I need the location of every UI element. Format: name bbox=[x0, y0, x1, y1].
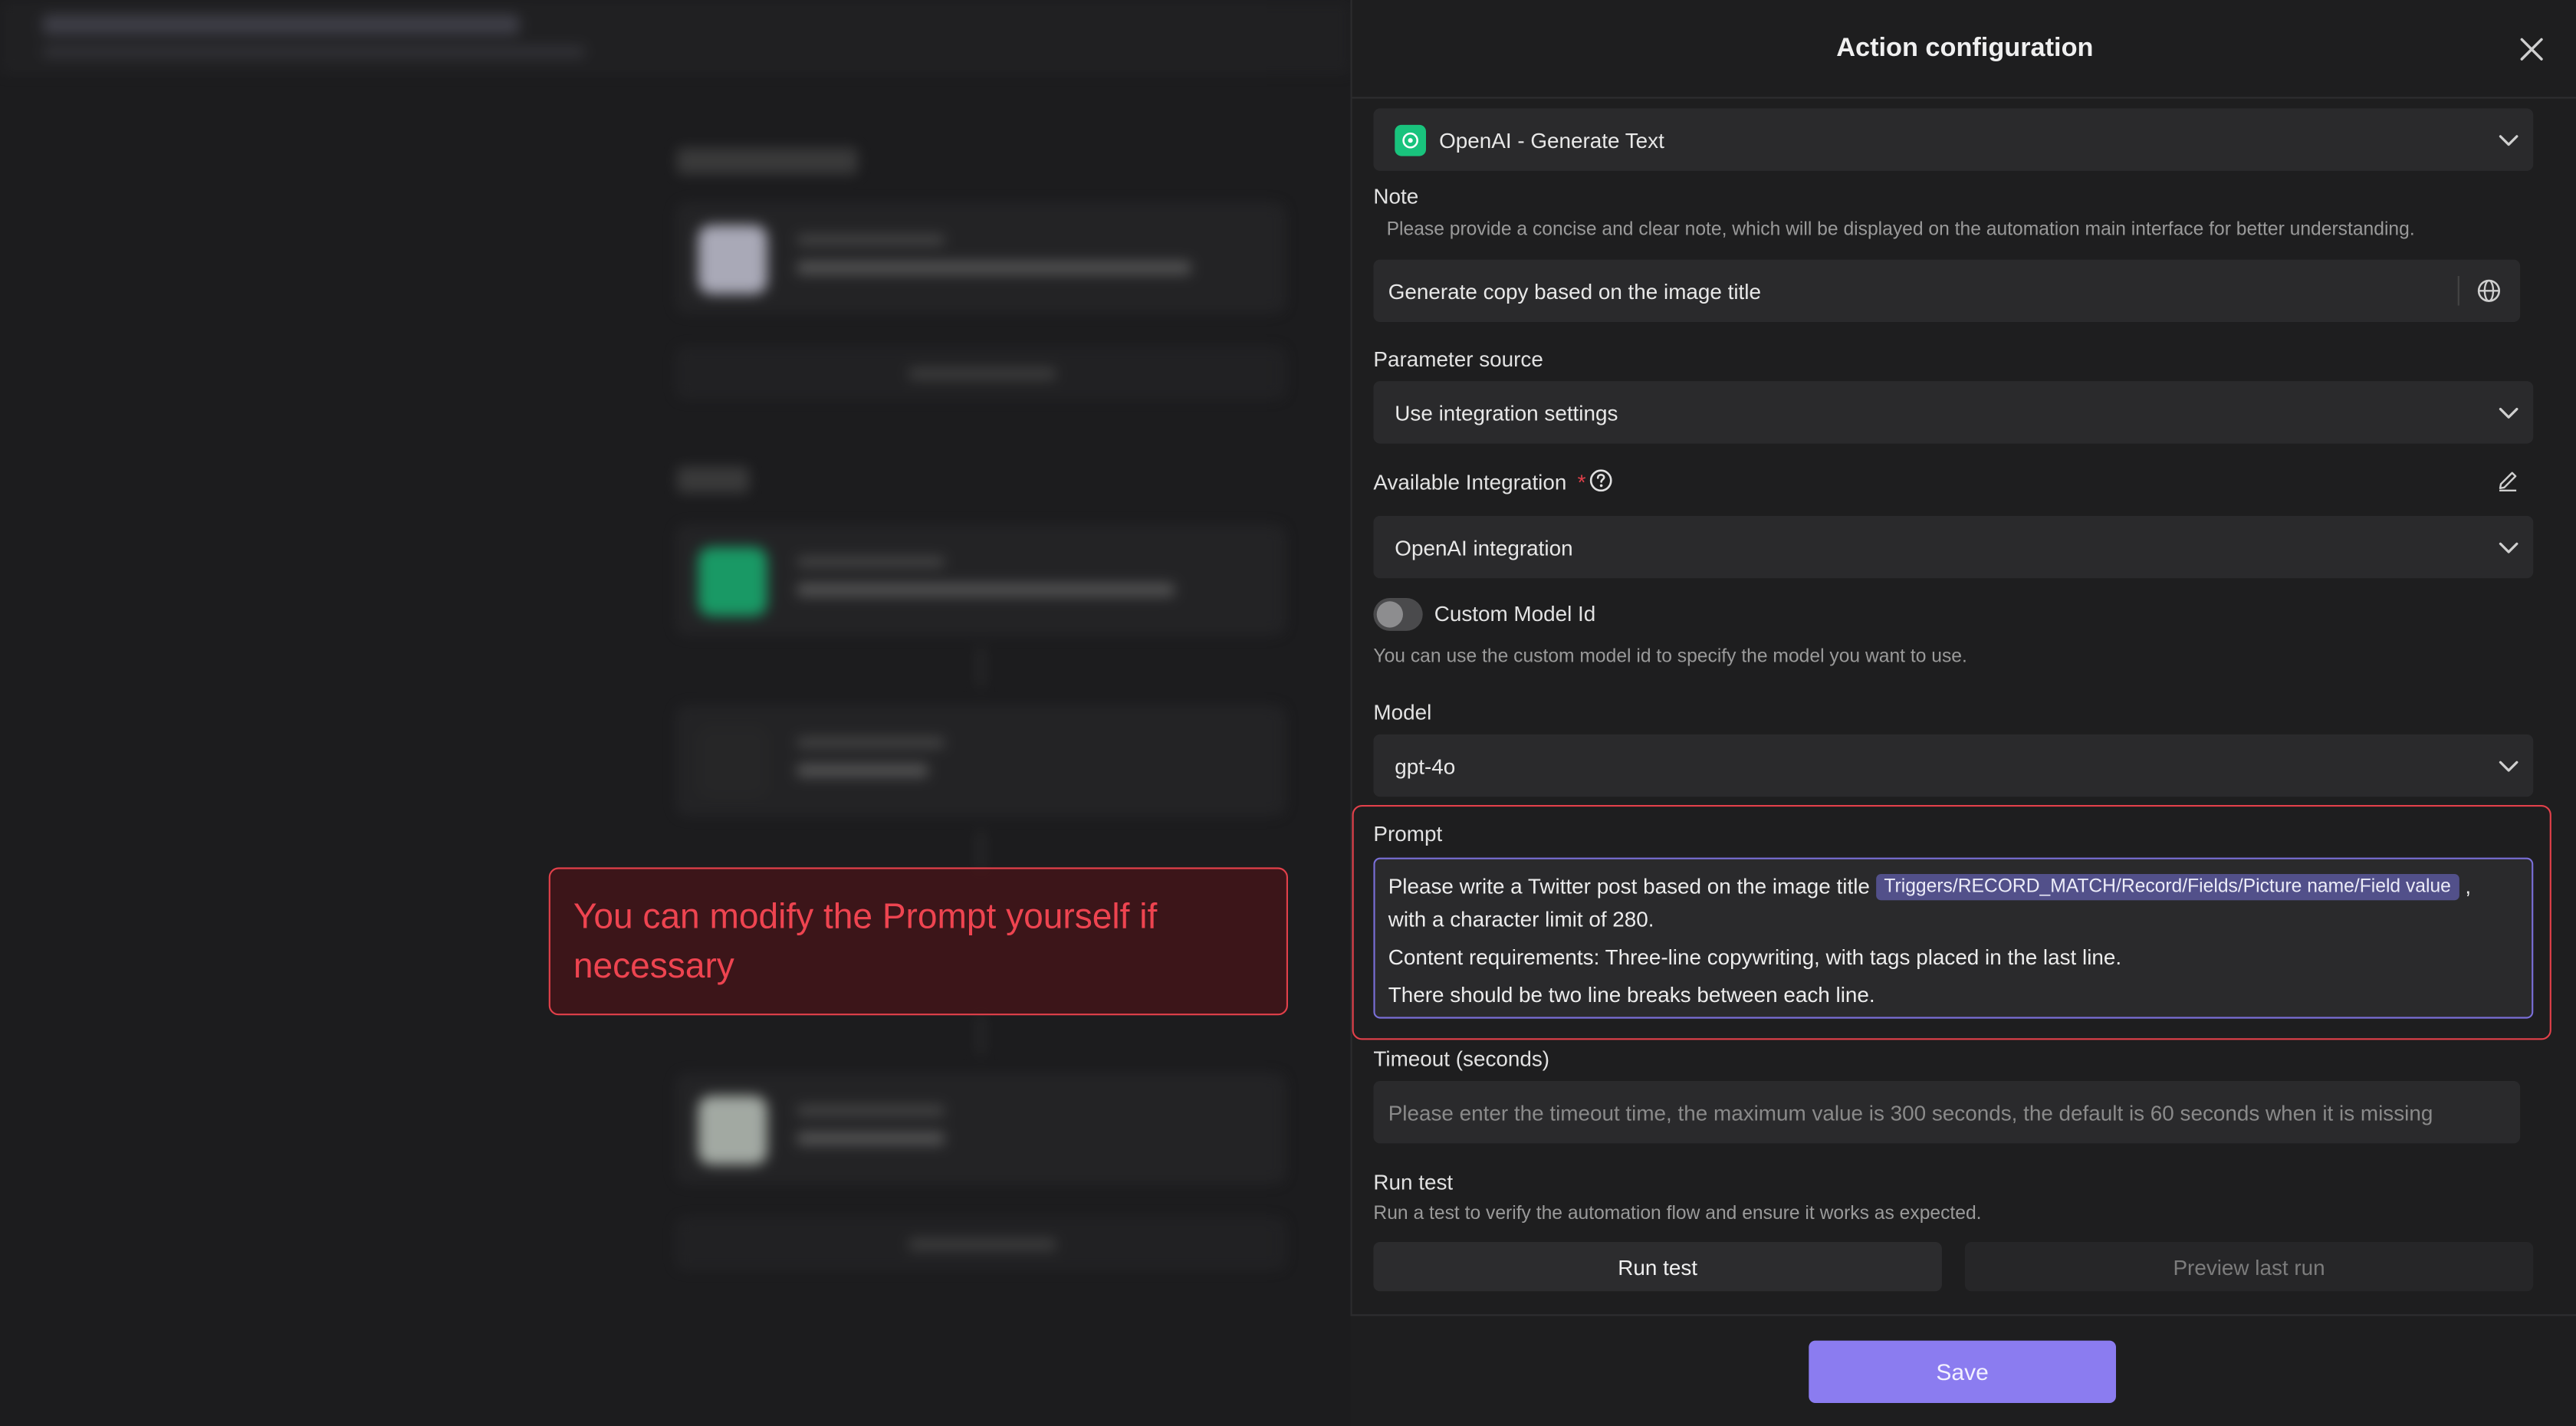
blurred-add-action-button bbox=[676, 1219, 1285, 1269]
help-icon[interactable] bbox=[1589, 468, 1613, 493]
note-divider bbox=[2457, 276, 2459, 306]
prompt-line-1: Please write a Twitter post based on the… bbox=[1388, 871, 2518, 904]
custom-model-label: Custom Model Id bbox=[1434, 601, 1596, 626]
prompt-line-2: with a character limit of 280. bbox=[1388, 906, 1654, 932]
blurred-section-title bbox=[676, 147, 858, 175]
run-test-button[interactable]: Run test bbox=[1373, 1242, 1942, 1292]
parameter-source-label: Parameter source bbox=[1373, 347, 1543, 372]
chevron-down-icon bbox=[2497, 128, 2520, 151]
custom-model-toggle[interactable] bbox=[1373, 598, 1423, 631]
workflow-canvas-background: You can modify the Prompt yourself if ne… bbox=[0, 0, 1351, 1426]
action-type-value: OpenAI - Generate Text bbox=[1439, 127, 1664, 153]
blurred-action-card bbox=[676, 525, 1285, 635]
available-integration-select[interactable]: OpenAI integration bbox=[1373, 515, 2534, 579]
action-type-select[interactable]: OpenAI - Generate Text bbox=[1373, 108, 2534, 171]
required-mark: * bbox=[1577, 469, 1586, 495]
custom-model-hint: You can use the custom model id to speci… bbox=[1373, 647, 1967, 667]
blurred-section-title bbox=[676, 466, 750, 493]
note-label: Note bbox=[1373, 184, 1419, 209]
save-button[interactable]: Save bbox=[1809, 1340, 2116, 1403]
model-select[interactable]: gpt-4o bbox=[1373, 734, 2534, 797]
prompt-line-4: There should be two line breaks between … bbox=[1388, 982, 1875, 1007]
blurred-connector bbox=[979, 1015, 983, 1055]
run-test-label: Run test bbox=[1373, 1169, 1454, 1194]
close-icon[interactable] bbox=[2515, 33, 2548, 66]
blurred-add-trigger-button bbox=[676, 348, 1285, 398]
prompt-editor[interactable]: Please write a Twitter post based on the… bbox=[1373, 857, 2534, 1019]
parameter-source-select[interactable]: Use integration settings bbox=[1373, 381, 2534, 444]
prompt-line-3: Content requirements: Three-line copywri… bbox=[1388, 945, 2122, 970]
annotation-callout: You can modify the Prompt yourself if ne… bbox=[548, 867, 1288, 1016]
available-integration-label: Available Integration * bbox=[1373, 470, 1585, 495]
timeout-label: Timeout (seconds) bbox=[1373, 1046, 1550, 1072]
prompt-text: , bbox=[2465, 874, 2472, 899]
chevron-down-icon bbox=[2497, 754, 2520, 777]
prompt-label: Prompt bbox=[1373, 821, 1443, 846]
app-stage: You can modify the Prompt yourself if ne… bbox=[0, 0, 2576, 1426]
note-value: Generate copy based on the image title bbox=[1388, 278, 1762, 304]
model-label: Model bbox=[1373, 699, 1432, 724]
chevron-down-icon bbox=[2497, 536, 2520, 559]
preview-last-run-button[interactable]: Preview last run bbox=[1964, 1242, 2534, 1292]
blurred-workflow bbox=[0, 0, 1351, 1426]
variable-tag[interactable]: Triggers/RECORD_MATCH/Record/Fields/Pict… bbox=[1875, 874, 2459, 901]
model-value: gpt-4o bbox=[1395, 753, 1456, 778]
blurred-action-card bbox=[676, 1074, 1285, 1183]
blurred-top-bar bbox=[0, 0, 1351, 73]
available-integration-label-text: Available Integration bbox=[1373, 469, 1567, 495]
toggle-knob bbox=[1376, 601, 1403, 628]
timeout-input[interactable]: Please enter the timeout time, the maxim… bbox=[1373, 1081, 2521, 1144]
blurred-action-card bbox=[676, 706, 1285, 815]
run-test-hint: Run a test to verify the automation flow… bbox=[1373, 1204, 1982, 1224]
blurred-connector bbox=[979, 647, 983, 687]
blurred-trigger-card bbox=[676, 203, 1285, 313]
blurred-connector bbox=[979, 831, 983, 871]
timeout-placeholder: Please enter the timeout time, the maxim… bbox=[1388, 1099, 2433, 1125]
note-input[interactable]: Generate copy based on the image title bbox=[1373, 259, 2521, 322]
openai-icon bbox=[1395, 123, 1426, 156]
chevron-down-icon bbox=[2497, 401, 2520, 424]
available-integration-value: OpenAI integration bbox=[1395, 534, 1573, 560]
panel-title: Action configuration bbox=[1836, 33, 2094, 62]
prompt-text: Please write a Twitter post based on the… bbox=[1388, 874, 1870, 899]
note-hint: Please provide a concise and clear note,… bbox=[1386, 220, 2415, 240]
edit-icon[interactable] bbox=[2496, 468, 2520, 493]
panel-header: Action configuration bbox=[1352, 0, 2576, 99]
parameter-source-value: Use integration settings bbox=[1395, 399, 1618, 425]
globe-icon[interactable] bbox=[2476, 278, 2502, 304]
